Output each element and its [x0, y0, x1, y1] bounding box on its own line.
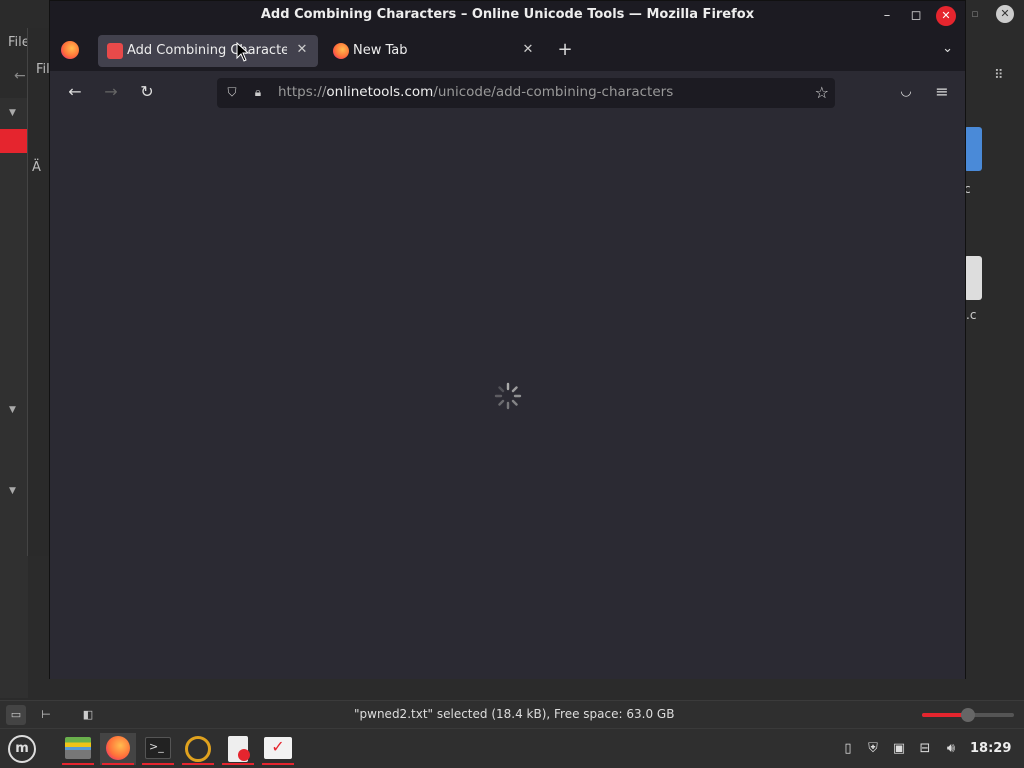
badge-icon: [238, 749, 250, 761]
editor-file-menu[interactable]: Fil: [36, 62, 50, 77]
places-sidebar-icon[interactable]: ▭: [6, 705, 26, 725]
grid-view-icon[interactable]: ⠿: [994, 68, 1004, 83]
clock[interactable]: 18:29: [970, 741, 1011, 756]
close-button[interactable]: ✕: [936, 6, 956, 26]
loading-spinner-icon: [494, 382, 522, 410]
back-arrow-icon[interactable]: ←: [14, 68, 26, 84]
firefox-icon: [333, 43, 349, 59]
firefox-logo-icon: [106, 736, 130, 760]
firefox-window: Add Combining Characters – Online Unicod…: [49, 0, 966, 679]
close-button[interactable]: ✕: [996, 5, 1014, 23]
url-path: /unicode/add-combining-characters: [433, 84, 674, 100]
checklist-icon: ✓: [264, 737, 292, 759]
firefox-icon[interactable]: [100, 733, 136, 765]
folder-icon[interactable]: [964, 127, 982, 171]
list-all-tabs-icon[interactable]: ⌄: [942, 41, 953, 56]
todo-icon[interactable]: ✓: [260, 733, 296, 765]
file-icon[interactable]: [964, 256, 982, 300]
status-bar: ▭ ⊢ ◧ "pwned2.txt" selected (18.4 kB), F…: [0, 700, 1024, 728]
accent-text: Ä: [32, 160, 41, 175]
url-host: onlinetools.com: [326, 84, 434, 100]
expand-triangle-icon[interactable]: ▼: [9, 486, 16, 496]
reload-button[interactable]: ↻: [137, 82, 157, 102]
background-editor-window: [27, 28, 51, 556]
mint-logo-icon: m: [8, 735, 36, 763]
window-title: Add Combining Characters – Online Unicod…: [260, 7, 755, 22]
forward-button[interactable]: →: [101, 82, 121, 102]
back-button[interactable]: ←: [65, 82, 85, 102]
menu-icon[interactable]: m: [4, 733, 40, 765]
zoom-slider[interactable]: [922, 708, 1014, 722]
terminal-prompt-icon: >_: [145, 737, 171, 759]
tab-add-combining-characters[interactable]: Add Combining Characters ✕: [98, 35, 318, 67]
bookmark-star-icon[interactable]: ☆: [815, 83, 829, 102]
mouse-cursor-icon: [236, 42, 250, 62]
status-text: "pwned2.txt" selected (18.4 kB), Free sp…: [354, 707, 675, 721]
firefox-view-icon[interactable]: [61, 41, 79, 59]
shield-tray-icon[interactable]: ⛨: [865, 741, 881, 757]
pocket-icon[interactable]: ◡: [896, 82, 916, 102]
sidebar: [0, 98, 28, 698]
url-text[interactable]: https://onlinetools.com/unicode/add-comb…: [278, 84, 673, 100]
tab-label: Add Combining Characters: [127, 43, 287, 58]
clipboard-icon[interactable]: ▯: [840, 741, 856, 757]
active-indicator: [62, 763, 94, 765]
tree-sidebar-icon[interactable]: ⊢: [36, 705, 56, 725]
close-tab-icon[interactable]: ✕: [294, 42, 310, 57]
minimize-button[interactable]: –: [877, 6, 897, 26]
active-indicator: [262, 763, 294, 765]
menu-hamburger-icon[interactable]: ≡: [932, 82, 952, 102]
expand-triangle-icon[interactable]: ▼: [9, 405, 16, 415]
lock-icon[interactable]: 🔒︎: [250, 84, 266, 100]
hide-sidebar-icon[interactable]: ◧: [78, 705, 98, 725]
network-icon[interactable]: ⊟: [917, 741, 933, 757]
new-tab-button[interactable]: +: [555, 39, 575, 60]
zoom-slider-handle[interactable]: [961, 708, 975, 722]
navigation-toolbar: ← → ↻ ⛉ 🔒︎ https://onlinetools.com/unico…: [50, 71, 965, 113]
page-content: [50, 113, 965, 679]
update-manager-icon[interactable]: ▣: [891, 741, 907, 757]
folder-icon: [65, 737, 91, 759]
terminal-icon[interactable]: >_: [140, 733, 176, 765]
sync-icon[interactable]: [180, 733, 216, 765]
maximize-button[interactable]: ◻: [906, 6, 926, 26]
tab-bar: Add Combining Characters ✕ New Tab ✕ + ⌄: [50, 31, 965, 71]
sidebar-selected-item[interactable]: [0, 129, 28, 153]
url-bar[interactable]: ⛉ 🔒︎ https://onlinetools.com/unicode/add…: [217, 78, 835, 108]
title-bar[interactable]: Add Combining Characters – Online Unicod…: [50, 1, 965, 31]
tab-new-tab[interactable]: New Tab ✕: [324, 35, 544, 67]
close-tab-icon[interactable]: ✕: [520, 42, 536, 57]
files-icon[interactable]: [60, 733, 96, 765]
active-indicator: [222, 763, 254, 765]
text-editor-icon[interactable]: [220, 733, 256, 765]
expand-triangle-icon[interactable]: ▼: [9, 108, 16, 118]
shield-icon[interactable]: ⛉: [224, 84, 240, 100]
maximize-button[interactable]: ▫: [966, 5, 984, 23]
active-indicator: [142, 763, 174, 765]
volume-icon[interactable]: 🔊︎: [943, 741, 959, 757]
onlinetools-icon: [107, 43, 123, 59]
taskbar: m >_ ✓ ▯ ⛨ ▣ ⊟ 🔊︎ 18:29: [0, 728, 1024, 768]
active-indicator: [102, 763, 134, 765]
url-scheme: https://: [278, 84, 327, 100]
active-indicator: [182, 763, 214, 765]
tab-label: New Tab: [353, 43, 408, 58]
sync-logo-icon: [185, 736, 211, 762]
